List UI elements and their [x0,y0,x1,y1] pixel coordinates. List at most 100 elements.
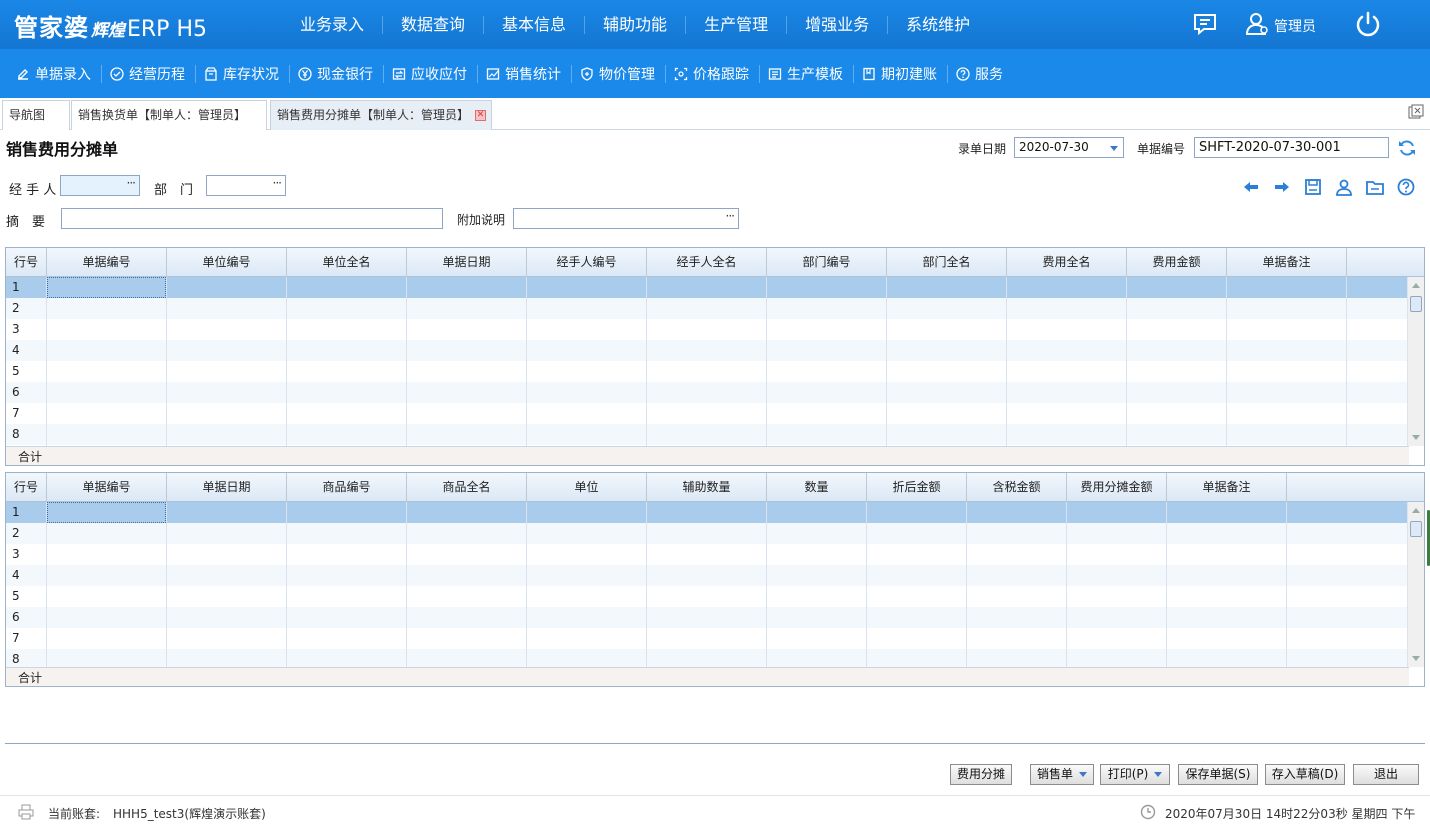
column-header[interactable]: 费用全名 [1007,248,1127,277]
table-row[interactable]: 5 [6,586,1409,607]
sub-nav-item[interactable]: 现金银行 [290,64,384,83]
column-header[interactable]: 单据备注 [1227,248,1347,277]
arrow-left-icon[interactable] [1242,178,1260,196]
sub-nav-item[interactable]: 单据录入 [8,64,102,83]
table-row[interactable]: 8 [6,424,1409,445]
table-row[interactable]: 1 [6,277,1409,298]
column-header[interactable]: 单据日期 [167,473,287,502]
active-cell[interactable] [47,502,166,523]
main-nav-item[interactable]: 基本信息 [484,15,586,34]
number-field[interactable]: SHFT-2020-07-30-001 [1194,137,1389,158]
table-row[interactable]: 6 [6,607,1409,628]
user-name[interactable]: 管理员 [1274,16,1316,36]
column-header[interactable]: 单位全名 [287,248,407,277]
exit-button[interactable]: 退出 [1353,764,1419,785]
table-row[interactable]: 3 [6,544,1409,565]
table-row[interactable]: 4 [6,340,1409,361]
scroll-up-icon[interactable] [1412,283,1420,288]
user-icon[interactable] [1244,11,1270,37]
column-header[interactable]: 商品全名 [407,473,527,502]
sales-order-dropdown[interactable]: 销售单 [1030,764,1094,785]
column-header[interactable]: 部门全名 [887,248,1007,277]
folder-icon[interactable] [1366,178,1384,196]
ellipsis-icon[interactable]: ··· [726,209,736,226]
table-row[interactable]: 1 [6,502,1409,523]
column-header[interactable]: 含税金额 [967,473,1067,502]
sub-nav-item[interactable]: 服务 [948,65,1013,83]
sub-nav-item[interactable]: 价格跟踪 [666,64,760,83]
vertical-scrollbar[interactable] [1407,277,1424,446]
sub-nav-item[interactable]: 物价管理 [572,64,666,83]
table-row[interactable]: 5 [6,361,1409,382]
help-icon[interactable] [1397,178,1415,196]
column-header[interactable]: 辅助数量 [647,473,767,502]
save-button[interactable]: 保存单据(S) [1178,764,1258,785]
main-nav-item[interactable]: 增强业务 [787,15,889,34]
column-header[interactable]: 单据日期 [407,248,527,277]
column-header[interactable]: 单位编号 [167,248,287,277]
ellipsis-icon[interactable]: ··· [127,176,137,193]
close-all-tabs-icon[interactable] [1408,104,1424,120]
tab-sales-exchange[interactable]: 销售换货单【制单人：管理员】 [71,100,267,130]
person-icon[interactable] [1335,178,1353,196]
table-row[interactable]: 6 [6,382,1409,403]
arrow-right-icon[interactable] [1273,178,1291,196]
active-cell[interactable] [47,277,166,298]
message-icon[interactable] [1192,12,1218,36]
column-header[interactable]: 商品编号 [287,473,407,502]
column-header[interactable]: 经手人编号 [527,248,647,277]
column-header[interactable]: 部门编号 [767,248,887,277]
main-nav-item[interactable]: 数据查询 [383,15,485,34]
sub-nav-item[interactable]: 经营历程 [102,64,196,83]
ellipsis-icon[interactable]: ··· [273,176,283,193]
table-row[interactable]: 2 [6,523,1409,544]
sub-nav-item[interactable]: 期初建账 [854,64,948,83]
column-header[interactable]: 费用金额 [1127,248,1227,277]
table-row[interactable]: 2 [6,298,1409,319]
column-header[interactable]: 行号 [6,248,47,277]
save-draft-button[interactable]: 存入草稿(D) [1265,764,1345,785]
scroll-thumb[interactable] [1410,521,1422,537]
column-header[interactable]: 单据编号 [47,248,167,277]
table-row[interactable]: 3 [6,319,1409,340]
table-row[interactable]: 7 [6,628,1409,649]
scroll-thumb[interactable] [1410,296,1422,312]
table-row[interactable]: 7 [6,403,1409,424]
save-icon[interactable] [1304,178,1322,196]
refresh-icon[interactable] [1397,138,1417,158]
power-icon[interactable] [1354,10,1382,38]
scroll-up-icon[interactable] [1412,508,1420,513]
tab-sales-expense-allocation[interactable]: 销售费用分摊单【制单人：管理员】 ✕ [270,100,492,130]
print-dropdown[interactable]: 打印(P) [1100,764,1170,785]
column-header[interactable]: 费用分摊金额 [1067,473,1167,502]
sub-nav-item[interactable]: 销售统计 [478,64,572,83]
main-nav-item[interactable]: 系统维护 [888,15,988,34]
main-nav-item[interactable]: 辅助功能 [585,15,687,34]
sub-nav-item[interactable]: 库存状况 [196,64,290,83]
printer-icon [18,804,34,820]
column-header[interactable]: 单位 [527,473,647,502]
sub-nav-item[interactable]: 生产模板 [760,64,854,83]
main-nav-item[interactable]: 生产管理 [686,15,788,34]
summary-field[interactable] [61,208,443,229]
column-divider [646,502,647,686]
column-header[interactable]: 行号 [6,473,47,502]
tab-navigation[interactable]: 导航图 [2,100,70,130]
scroll-down-icon[interactable] [1412,656,1420,661]
table-row[interactable]: 4 [6,565,1409,586]
column-header[interactable]: 数量 [767,473,867,502]
sub-nav-item[interactable]: 应收应付 [384,64,478,83]
close-tab-icon[interactable]: ✕ [475,110,487,121]
vertical-scrollbar[interactable] [1407,502,1424,667]
allocate-expense-button[interactable]: 费用分摊 [950,764,1012,785]
dept-field[interactable]: ··· [206,175,286,196]
column-header[interactable]: 折后金额 [867,473,967,502]
handler-field[interactable]: ··· [60,175,140,196]
column-header[interactable]: 单据备注 [1167,473,1287,502]
scroll-down-icon[interactable] [1412,435,1420,440]
date-select[interactable]: 2020-07-30 [1014,137,1124,158]
main-nav-item[interactable]: 业务录入 [282,15,384,34]
column-header[interactable]: 经手人全名 [647,248,767,277]
extra-field[interactable]: ··· [513,208,739,229]
column-header[interactable]: 单据编号 [47,473,167,502]
